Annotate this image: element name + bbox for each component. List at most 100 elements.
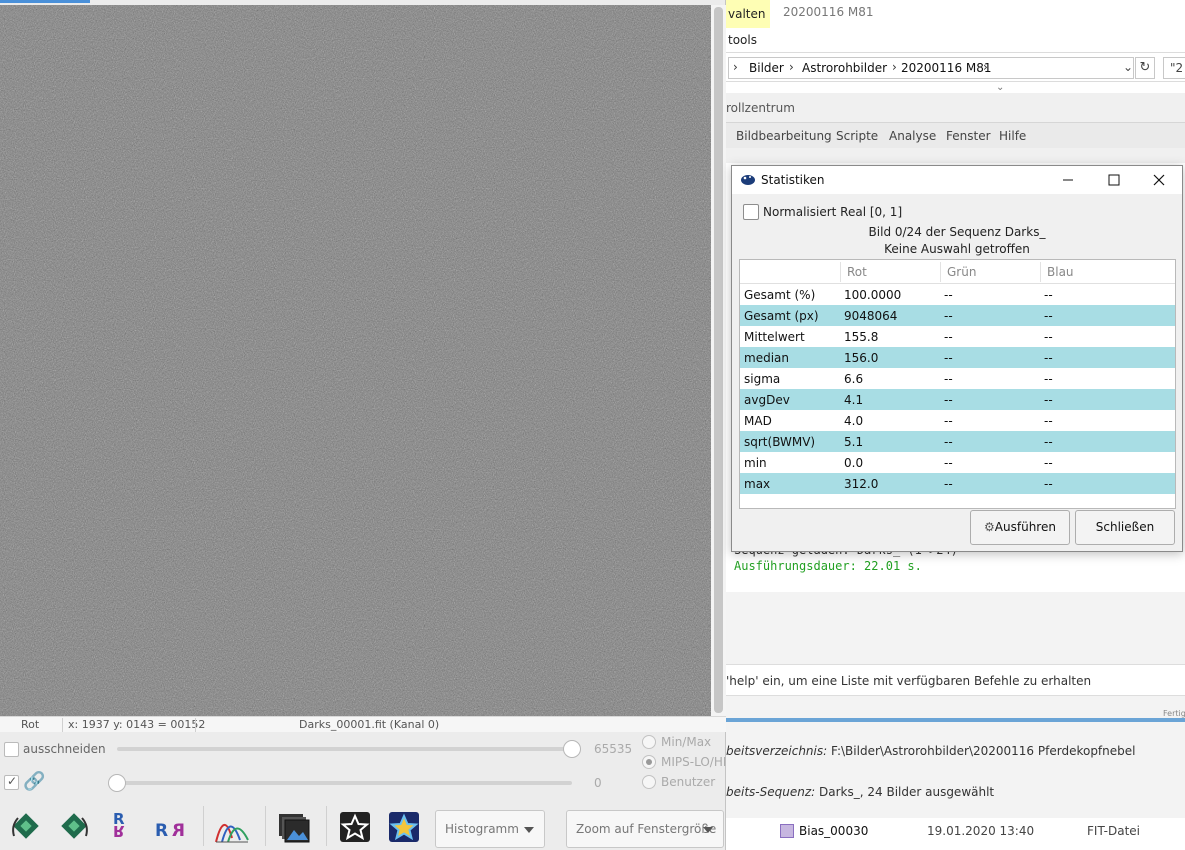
column-header-green[interactable]: Grün xyxy=(947,265,976,279)
column-header-red[interactable]: Rot xyxy=(847,265,867,279)
value-green: -- xyxy=(944,435,953,449)
close-button[interactable]: Schließen xyxy=(1075,510,1175,545)
value-red: 155.8 xyxy=(844,330,879,344)
fits-image-canvas[interactable] xyxy=(0,5,711,716)
menu-scripts[interactable]: Scripte xyxy=(836,129,878,143)
menu-image-processing[interactable]: Bildbearbeitung xyxy=(736,129,832,143)
maximize-button[interactable] xyxy=(1091,166,1137,194)
value-green: -- xyxy=(944,414,953,428)
close-button-label: Schließen xyxy=(1095,520,1155,534)
mirror-vertical-button[interactable]: R R xyxy=(104,808,140,846)
rotate-left-button[interactable] xyxy=(8,808,44,846)
low-slider[interactable] xyxy=(117,781,572,785)
radio-mips[interactable] xyxy=(642,755,656,769)
value-blue: -- xyxy=(1044,330,1053,344)
mirror-vertical-icon: R R xyxy=(113,810,125,840)
zoom-select[interactable]: Zoom auf Fenstergröße xyxy=(566,810,724,848)
value-green: -- xyxy=(944,477,953,491)
rotate-right-icon xyxy=(61,813,88,839)
value-blue: -- xyxy=(1044,456,1053,470)
siril-app-icon xyxy=(741,175,755,185)
status-sequence-label: beits-Sequenz: xyxy=(726,785,816,799)
run-button-label: Ausführen xyxy=(994,520,1056,534)
status-sequence-value: Darks_, 24 Bilder ausgewählt xyxy=(819,785,995,799)
menu-help[interactable]: Hilfe xyxy=(999,129,1026,143)
breadcrumb-item[interactable]: Astrorohbilder xyxy=(802,61,887,75)
row-label: MAD xyxy=(744,414,772,428)
search-input[interactable]: "2 xyxy=(1163,57,1185,79)
radio-minmax-label: Min/Max xyxy=(661,735,712,749)
radio-user[interactable] xyxy=(642,775,656,789)
row-label: avgDev xyxy=(744,393,790,407)
active-tab-indicator xyxy=(0,0,90,3)
chevron-down-icon[interactable]: ⌄ xyxy=(1123,60,1133,74)
low-slider-knob[interactable] xyxy=(108,774,126,792)
divider xyxy=(62,718,63,732)
normalize-checkbox[interactable] xyxy=(743,204,759,220)
scrollbar-thumb[interactable] xyxy=(714,7,723,713)
progress-bar xyxy=(726,718,1185,722)
link-checkbox[interactable]: ✓ xyxy=(4,774,19,790)
gallery-icon xyxy=(279,814,310,843)
table-row[interactable]: median 156.0 -- -- xyxy=(740,347,1175,368)
table-row[interactable]: min 0.0 -- -- xyxy=(740,452,1175,473)
close-window-button[interactable] xyxy=(1136,166,1182,194)
channel-label: Rot xyxy=(21,718,40,731)
table-row[interactable]: sqrt(BWMV) 5.1 -- -- xyxy=(740,431,1175,452)
curves-icon xyxy=(215,824,249,843)
table-row[interactable]: avgDev 4.1 -- -- xyxy=(740,389,1175,410)
column-header-blue[interactable]: Blau xyxy=(1047,265,1074,279)
close-icon xyxy=(1153,174,1165,186)
row-label: sqrt(BWMV) xyxy=(744,435,816,449)
row-label: max xyxy=(744,477,771,491)
log-line: Ausführungsdauer: 22.01 s. xyxy=(734,559,922,573)
row-label: median xyxy=(744,351,789,365)
explorer-window-title: 20200116 M81 xyxy=(783,5,874,19)
row-label: sigma xyxy=(744,372,781,386)
maximize-icon xyxy=(1108,174,1120,186)
breadcrumb[interactable]: › Bilder › Astrorohbilder › 20200116 M81… xyxy=(728,57,1134,79)
radio-minmax[interactable] xyxy=(642,735,656,749)
menu-analysis[interactable]: Analyse xyxy=(889,129,936,143)
vertical-scrollbar[interactable] xyxy=(711,5,726,716)
file-name: Bias_00030 xyxy=(799,824,869,838)
file-list-row[interactable]: Bias_00030 19.01.2020 13:40 FIT-Datei xyxy=(726,818,1185,850)
link-icon[interactable]: 🔗 xyxy=(23,771,45,792)
table-row[interactable]: MAD 4.0 -- -- xyxy=(740,410,1175,431)
breadcrumb-item[interactable]: 20200116 M81 xyxy=(901,61,992,75)
table-row[interactable]: Gesamt (px) 9048064 -- -- xyxy=(740,305,1175,326)
ribbon-tab-tools[interactable]: tools xyxy=(728,33,757,47)
minimize-button[interactable] xyxy=(1045,166,1091,194)
table-row[interactable]: Gesamt (%) 100.0000 -- -- xyxy=(740,284,1175,305)
value-green: -- xyxy=(944,288,953,302)
row-label: Gesamt (px) xyxy=(744,309,819,323)
refresh-button[interactable]: ↻ xyxy=(1135,57,1155,79)
run-button[interactable]: ⚙Ausführen xyxy=(970,510,1070,545)
radio-selected-dot xyxy=(646,759,652,765)
panel-title: rollzentrum xyxy=(726,101,795,115)
crop-checkbox[interactable] xyxy=(4,742,19,757)
value-red: 100.0000 xyxy=(844,288,902,302)
rotate-right-button[interactable] xyxy=(56,808,92,846)
file-type: FIT-Datei xyxy=(1087,824,1141,838)
table-row[interactable]: Mittelwert 155.8 -- -- xyxy=(740,326,1175,347)
star-finder-button[interactable] xyxy=(338,808,374,846)
value-red: 156.0 xyxy=(844,351,879,365)
table-row[interactable]: max 312.0 -- -- xyxy=(740,473,1175,494)
mirror-horizontal-button[interactable]: R R xyxy=(152,808,188,846)
high-slider[interactable] xyxy=(117,747,572,751)
breadcrumb-item[interactable]: Bilder xyxy=(749,61,784,75)
menu-window[interactable]: Fenster xyxy=(946,129,991,143)
value-red: 0.0 xyxy=(844,456,864,470)
image-gallery-button[interactable] xyxy=(276,808,312,846)
high-slider-knob[interactable] xyxy=(563,740,581,758)
chevron-right-icon: › xyxy=(983,60,988,74)
histogram-curves-button[interactable] xyxy=(214,808,250,846)
row-label: Gesamt (%) xyxy=(744,288,816,302)
dialog-titlebar[interactable]: Statistiken xyxy=(732,166,1182,194)
command-input[interactable]: 'help' ein, um eine Liste mit verfügbare… xyxy=(726,664,1185,696)
table-row[interactable]: sigma 6.6 -- -- xyxy=(740,368,1175,389)
photometry-button[interactable] xyxy=(387,808,423,846)
sequence-info: Bild 0/24 der Sequenz Darks_ xyxy=(868,225,1046,239)
histogram-select[interactable]: Histogramm xyxy=(435,810,545,848)
